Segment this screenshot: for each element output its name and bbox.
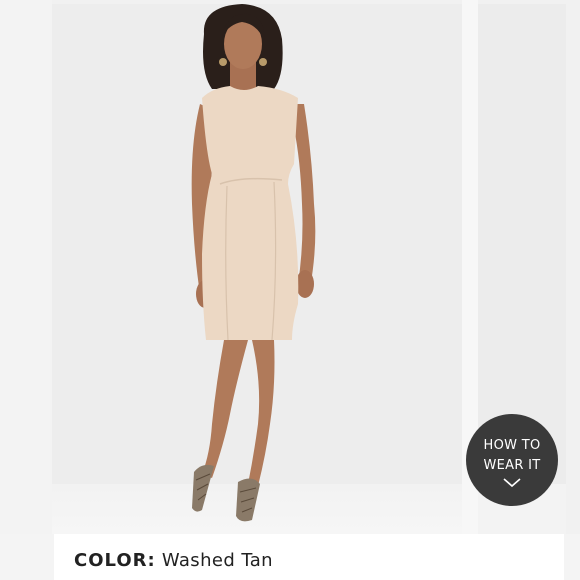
chevron-down-icon [503,478,521,488]
color-value: Washed Tan [161,550,273,571]
color-selector: COLOR: Washed Tan [54,534,564,580]
how-to-wear-line1: HOW TO [483,438,541,453]
model-illustration [191,4,316,522]
left-margin [0,0,52,580]
how-to-wear-button[interactable]: HOW TO WEAR IT [466,414,558,506]
color-label: COLOR: Washed Tan [74,550,273,571]
how-to-wear-line2: WEAR IT [483,458,541,473]
color-key: COLOR: [74,550,156,571]
product-image-main[interactable] [52,4,462,534]
